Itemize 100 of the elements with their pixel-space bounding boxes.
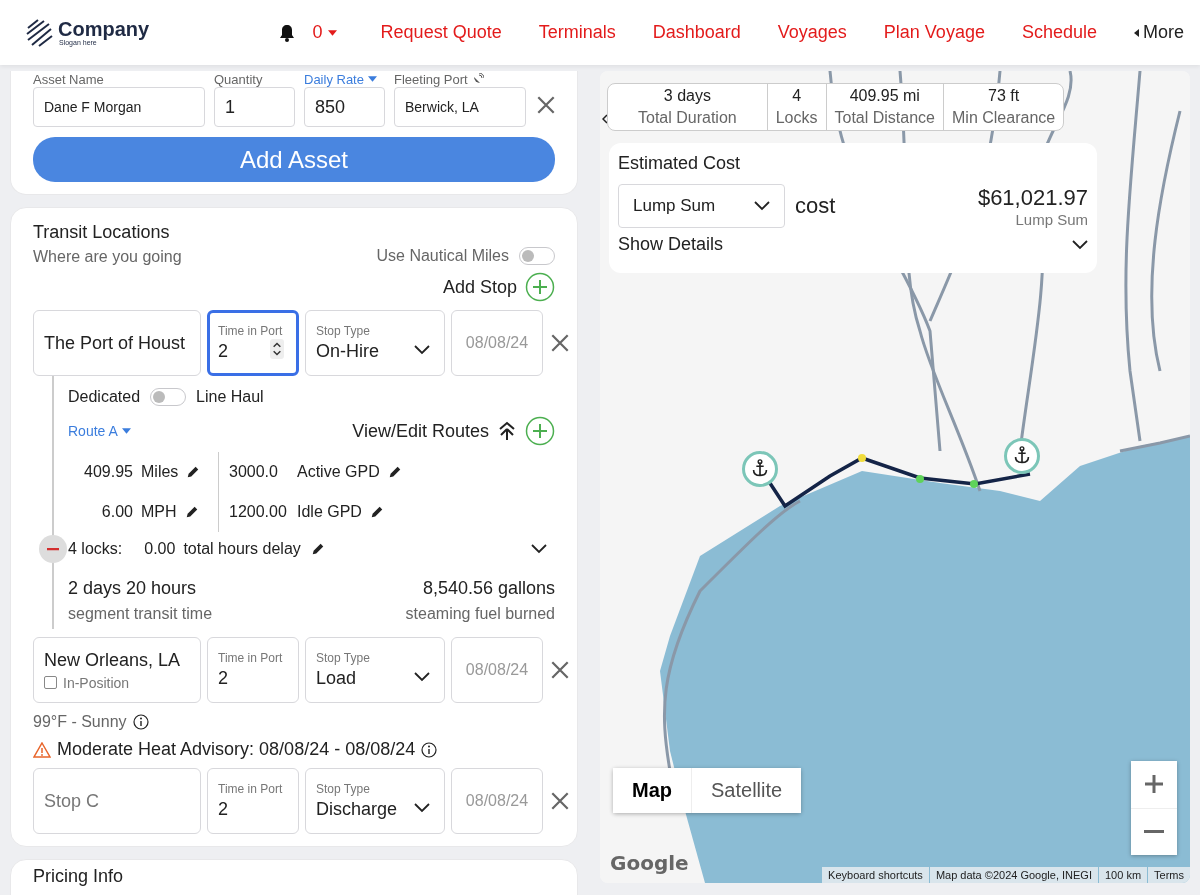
rate-menu[interactable]: Daily Rate [304,71,377,87]
mode-toggle[interactable] [150,388,187,406]
port-field[interactable]: Berwick, LA [394,87,526,127]
add-route-icon[interactable] [525,416,555,446]
route-dropdown[interactable]: Route A [68,423,131,439]
nav-link[interactable]: Plan Voyage [883,22,985,43]
location-field[interactable]: Stop C [33,768,201,834]
fuel-value: 8,540.56 gallons [421,578,555,599]
summary-label: Total Distance [834,109,935,127]
logo-icon [24,17,54,48]
pencil-icon[interactable] [184,505,199,519]
pencil-icon[interactable] [186,465,201,479]
quantity-field[interactable]: 1 [214,87,295,127]
caret-icon [327,29,337,36]
route-split-icon [497,421,517,441]
weather-text: 99°F - Sunny [33,713,127,731]
add-stop-label[interactable]: Add Stop [442,276,517,298]
section-title: Pricing Info [33,866,125,887]
time-in-port-field[interactable]: Time in Port 2 [207,310,299,376]
cost-word: cost [795,193,836,219]
caret-icon [1134,28,1139,37]
nav-link[interactable]: Schedule [1021,22,1097,43]
nav-link[interactable]: Voyages [777,22,847,43]
section-title: Transit Locations [33,222,171,243]
logo-name: Company [58,19,150,39]
summary-label: Locks [775,109,818,127]
pencil-icon[interactable] [387,465,402,479]
summary-label: Total Duration [638,109,737,127]
warning-icon [33,741,51,758]
locks-count: 4 locks: [68,540,123,558]
close-icon[interactable] [549,659,571,681]
toggle-label: Use Nautical Miles [376,246,509,265]
mode-label: Dedicated [68,388,141,406]
stat-value: 409.95 [83,463,133,481]
stat-unit: Active GPD [297,463,380,481]
map-logo: Google [610,851,689,875]
stat-value: 6.00 [100,503,133,521]
fuel-label: steaming fuel burned [405,605,555,623]
bell-icon[interactable] [278,23,295,42]
stat-value: 3000.0 [229,463,279,481]
close-icon[interactable] [549,790,571,812]
stop-type-select[interactable]: Stop Type On-Hire [305,310,445,376]
cost-title: Estimated Cost [618,153,742,174]
pencil-icon[interactable] [369,505,384,519]
attribution-text[interactable]: Keyboard shortcuts [822,867,929,883]
add-stop-icon[interactable] [525,272,555,302]
map-type-tab[interactable]: Map [613,768,691,813]
stop-type-select[interactable]: Stop Type Discharge [305,768,445,834]
close-icon[interactable] [549,332,571,354]
field-label: Asset Name [33,71,104,87]
cost-basis-select[interactable]: Lump Sum [618,184,785,228]
attribution-text[interactable]: 100 km [1098,867,1148,883]
transit-time: 2 days 20 hours [68,578,198,599]
time-in-port-field[interactable]: Time in Port 2 [207,637,299,703]
minus-icon [45,547,61,551]
cost-note: Lump Sum [1014,210,1088,228]
notification-dropdown[interactable]: 0 [312,22,337,43]
attribution-text[interactable]: Map data ©2024 Google, INEGI [929,867,1098,883]
nautical-toggle[interactable] [519,246,555,265]
expand-icon[interactable] [1072,240,1088,250]
more-menu[interactable]: More [1134,22,1184,43]
stepper-icon[interactable] [270,339,284,359]
satellite-dish-icon [471,73,484,85]
caret-icon [367,76,377,82]
lock-dot[interactable] [970,480,978,488]
chevron-icon[interactable] [754,201,770,211]
info-icon[interactable] [421,741,438,758]
view-edit-routes-link[interactable]: View/Edit Routes [352,420,489,442]
minus-icon [1144,829,1164,834]
nav-link[interactable]: Request Quote [380,22,502,43]
asset-name-field[interactable]: Dane F Morgan [33,87,205,127]
nav-link[interactable]: Dashboard [652,22,741,43]
nav-link[interactable]: Terminals [538,22,616,43]
pencil-icon[interactable] [310,542,325,556]
expand-icon[interactable] [531,544,547,554]
lock-dot[interactable] [858,454,866,462]
chevron-left-icon[interactable] [602,114,608,124]
transit-time-label: segment transit time [68,605,213,623]
remove-button[interactable] [39,535,67,563]
location-field[interactable]: The Port of Houst [33,310,201,376]
chevron-icon[interactable] [414,803,430,813]
rate-field[interactable]: 850 [304,87,385,127]
checkbox[interactable] [44,676,57,689]
lock-dot[interactable] [916,475,924,483]
time-in-port-field[interactable]: Time in Port 2 [207,768,299,834]
chevron-icon[interactable] [414,672,430,682]
info-icon[interactable] [132,714,149,730]
summary-value: 3 days [663,87,711,105]
stop-type-select[interactable]: Stop Type Load [305,637,445,703]
attribution-text[interactable]: Terms [1148,867,1190,883]
add-asset-button[interactable]: Add Asset [33,137,555,182]
map-type-tab[interactable]: Satellite [691,768,802,813]
chevron-icon[interactable] [414,345,430,355]
show-details-link[interactable]: Show Details [618,234,724,255]
close-icon[interactable] [535,94,557,116]
advisory-text: Moderate Heat Advisory: 08/08/24 - 08/08/24 [57,739,416,760]
stat-value: 1200.00 [229,503,288,521]
location-field[interactable]: New Orleans, LA In-Position [33,637,201,703]
field-label: Quantity [214,71,263,87]
delay-label: total hours delay [183,540,301,558]
